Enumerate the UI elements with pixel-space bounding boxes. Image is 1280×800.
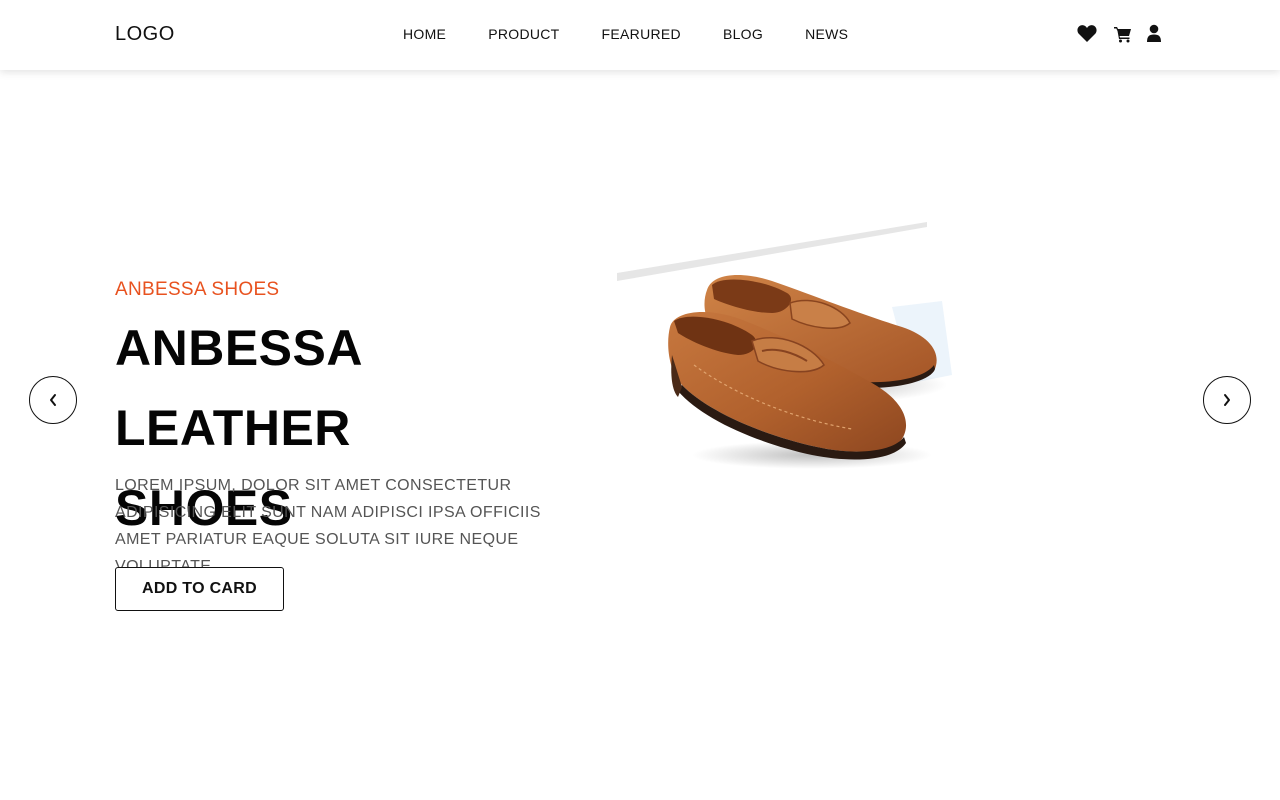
carousel-next-button[interactable] (1203, 376, 1251, 424)
main-nav: HOME PRODUCT FEARURED BLOG NEWS (403, 26, 848, 42)
logo[interactable]: LOGO (115, 23, 175, 46)
cart-icon[interactable] (1114, 25, 1132, 48)
product-title-line-1: ANBESSA LEATHER (115, 320, 362, 456)
header-actions (1077, 24, 1161, 48)
nav-item-home[interactable]: HOME (403, 26, 446, 42)
add-to-cart-button[interactable]: ADD TO CARD (115, 567, 284, 611)
heart-icon[interactable] (1077, 24, 1097, 48)
product-description: LOREM IPSUM, DOLOR SIT AMET CONSECTETUR … (115, 477, 541, 575)
chevron-left-icon (50, 394, 56, 406)
chevron-right-icon (1224, 394, 1230, 406)
nav-item-product[interactable]: PRODUCT (488, 26, 559, 42)
site-header: LOGO HOME PRODUCT FEARURED BLOG NEWS (0, 0, 1280, 70)
carousel-prev-button[interactable] (29, 376, 77, 424)
nav-item-blog[interactable]: BLOG (723, 26, 763, 42)
user-icon[interactable] (1147, 24, 1161, 48)
product-image (612, 215, 962, 475)
nav-item-featured[interactable]: FEARURED (602, 26, 681, 42)
nav-item-news[interactable]: NEWS (805, 26, 848, 42)
product-brand: ANBESSA SHOES (115, 279, 280, 300)
